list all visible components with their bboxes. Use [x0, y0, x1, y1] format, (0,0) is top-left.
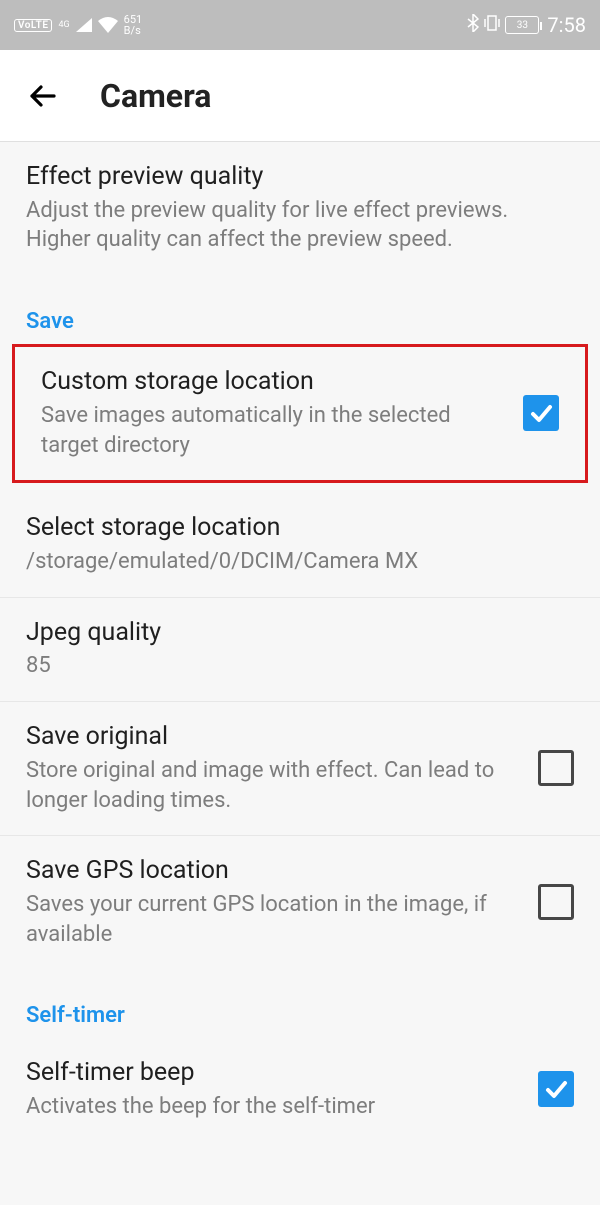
setting-save-gps-location[interactable]: Save GPS location Saves your current GPS… [0, 836, 600, 969]
network-gen: 4G [58, 21, 69, 30]
setting-subtitle: Save images automatically in the selecte… [41, 401, 505, 460]
setting-effect-preview-quality[interactable]: Effect preview quality Adjust the previe… [0, 142, 600, 275]
checkbox-custom-storage[interactable] [523, 395, 559, 431]
battery-level: 33 [517, 20, 528, 31]
setting-title: Select storage location [26, 511, 574, 545]
setting-subtitle: Saves your current GPS location in the i… [26, 890, 520, 949]
section-header-selftimer: Self-timer [0, 969, 600, 1038]
section-header-save: Save [0, 275, 600, 344]
setting-subtitle: 85 [26, 651, 574, 681]
setting-title: Save original [26, 720, 520, 754]
setting-title: Effect preview quality [26, 160, 574, 194]
volte-badge: VoLTE [14, 19, 52, 32]
setting-save-original[interactable]: Save original Store original and image w… [0, 702, 600, 836]
setting-subtitle: /storage/emulated/0/DCIM/Camera MX [26, 547, 574, 577]
setting-subtitle: Activates the beep for the self-timer [26, 1092, 520, 1122]
bluetooth-icon [467, 14, 479, 36]
setting-select-storage-location[interactable]: Select storage location /storage/emulate… [0, 483, 600, 597]
checkbox-selftimer-beep[interactable] [538, 1071, 574, 1107]
page-title: Camera [100, 77, 211, 115]
status-right: 33 7:58 [467, 13, 586, 37]
checkbox-save-original[interactable] [538, 750, 574, 786]
setting-jpeg-quality[interactable]: Jpeg quality 85 [0, 598, 600, 702]
highlight-box: Custom storage location Save images auto… [12, 344, 588, 483]
status-bar: VoLTE 4G 651 B/s 33 7:58 [0, 0, 600, 50]
setting-title: Save GPS location [26, 854, 520, 888]
settings-list: Effect preview quality Adjust the previe… [0, 142, 600, 1132]
app-header: Camera [0, 50, 600, 142]
signal-icon [76, 18, 92, 32]
back-icon[interactable] [26, 79, 60, 113]
status-left: VoLTE 4G 651 B/s [14, 14, 142, 36]
vibrate-icon [483, 14, 501, 36]
setting-custom-storage-location[interactable]: Custom storage location Save images auto… [15, 347, 585, 480]
setting-title: Custom storage location [41, 365, 505, 399]
setting-subtitle: Adjust the preview quality for live effe… [26, 196, 574, 255]
setting-title: Self-timer beep [26, 1056, 520, 1090]
wifi-icon [98, 17, 118, 33]
battery-icon: 33 [505, 16, 539, 34]
speed-unit: B/s [124, 25, 143, 36]
clock: 7:58 [547, 13, 586, 37]
network-speed: 651 B/s [124, 14, 143, 36]
setting-subtitle: Store original and image with effect. Ca… [26, 756, 520, 815]
setting-title: Jpeg quality [26, 616, 574, 650]
checkbox-save-gps[interactable] [538, 884, 574, 920]
setting-selftimer-beep[interactable]: Self-timer beep Activates the beep for t… [0, 1038, 600, 1131]
